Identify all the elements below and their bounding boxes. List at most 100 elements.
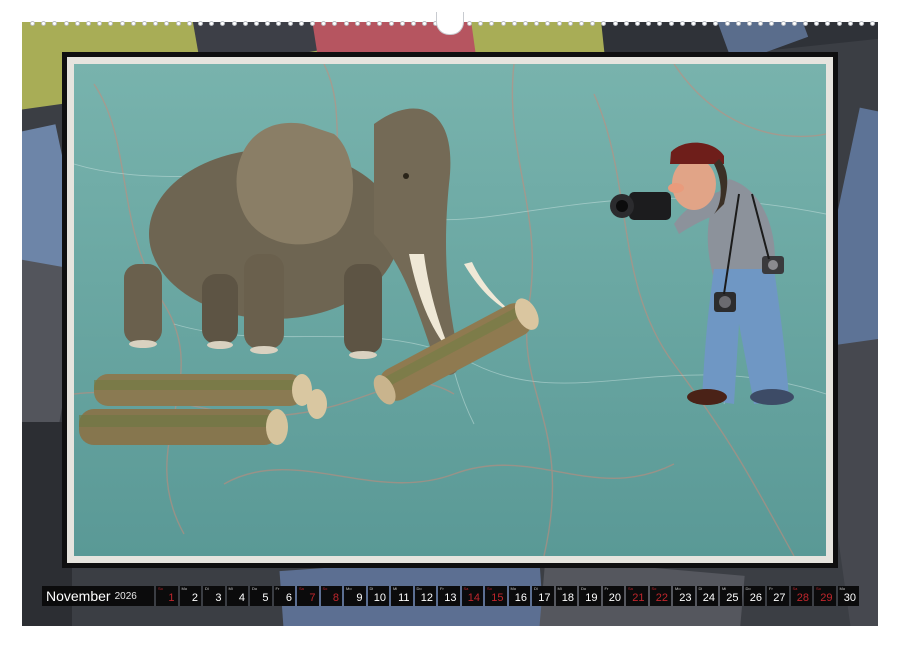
binding-hole [836, 20, 842, 26]
binding-hole [63, 20, 69, 26]
day-number: 8 [332, 592, 339, 604]
binding-hole [209, 20, 215, 26]
binding-hole [254, 20, 260, 26]
day-number: 16 [514, 592, 527, 604]
binding-hole [74, 20, 80, 26]
day-number: 3 [215, 592, 222, 604]
binding-hole [634, 20, 640, 26]
binding-hole [30, 20, 35, 26]
binding-hole [41, 20, 47, 26]
binding-hole [870, 20, 876, 26]
day-cell: Fr 20 [602, 586, 624, 606]
day-number: 2 [191, 592, 198, 604]
day-number: 9 [356, 592, 363, 604]
day-cell: So 8 [320, 586, 342, 606]
binding-hole [556, 20, 562, 26]
day-number: 10 [373, 592, 386, 604]
day-cell: Fr 27 [767, 586, 789, 606]
binding-hole [142, 20, 148, 26]
weekday-abbrev: So [487, 586, 492, 591]
binding-hole [545, 20, 551, 26]
binding-hole [578, 20, 584, 26]
binding-hole [657, 20, 663, 26]
day-number: 7 [309, 592, 316, 604]
binding-hole [466, 20, 472, 26]
day-number: 1 [168, 592, 175, 604]
weekday-abbrev: Do [252, 586, 258, 591]
day-cell: Di 17 [532, 586, 554, 606]
weekday-abbrev: Di [205, 586, 209, 591]
weekday-abbrev: Do [416, 586, 422, 591]
binding-hole [847, 20, 853, 26]
binding-hole [97, 20, 103, 26]
binding-hole [343, 20, 349, 26]
weekday-abbrev: Mo [346, 586, 352, 591]
day-cell: Mi 11 [391, 586, 413, 606]
weekday-abbrev: Di [534, 586, 538, 591]
binding-hole [242, 20, 248, 26]
binding-hole [500, 20, 506, 26]
binding-hole [590, 20, 596, 26]
binding-hole [220, 20, 226, 26]
day-cell: Mo 30 [837, 586, 859, 606]
day-number: 24 [702, 592, 715, 604]
day-cell: So 15 [485, 586, 507, 606]
weekday-abbrev: Mo [181, 586, 188, 591]
binding-hole [119, 20, 125, 26]
weekday-abbrev: Di [369, 586, 374, 591]
weekday-abbrev: Fr [440, 586, 444, 591]
binding-hole [825, 20, 831, 26]
photo-illustration [74, 64, 826, 556]
weekday-abbrev: So [651, 586, 657, 591]
binding-hole [601, 20, 607, 26]
binding-hole [724, 20, 730, 26]
day-cell: Di 10 [367, 586, 389, 606]
weekday-abbrev: Di [698, 586, 703, 591]
binding-hole [321, 20, 327, 26]
day-cell: Mo 16 [508, 586, 530, 606]
calendar-photo [74, 64, 826, 556]
binding-hole [758, 20, 764, 26]
weekday-abbrev: Sa [299, 586, 304, 591]
month-label: November 2026 [42, 586, 154, 606]
binding-hole [332, 20, 338, 26]
day-cell: Do 12 [414, 586, 436, 606]
binding-hole [859, 20, 865, 26]
binding-hole [713, 20, 719, 26]
binding-hole [489, 20, 495, 26]
weekday-abbrev: Mi [722, 586, 727, 591]
day-cell: Fr 13 [438, 586, 460, 606]
day-cell: So 22 [649, 586, 671, 606]
day-cell: So 29 [814, 586, 836, 606]
binding-hole [276, 20, 282, 26]
weekday-abbrev: Sa [463, 586, 469, 591]
day-number: 19 [585, 592, 598, 604]
day-number: 4 [238, 592, 245, 604]
weekday-abbrev: Mo [839, 586, 846, 591]
binding-hole [198, 20, 204, 26]
day-cell: Mo 23 [673, 586, 695, 606]
day-cell: Mo 2 [179, 586, 201, 606]
binding-hole [422, 20, 428, 26]
binding-hole [153, 20, 159, 26]
binding-hole [265, 20, 271, 26]
binding-hole [478, 20, 484, 26]
weekday-abbrev: Fr [769, 586, 773, 591]
year-label: 2026 [114, 590, 137, 602]
day-cell: Do 5 [250, 586, 272, 606]
day-number: 18 [561, 592, 574, 604]
binding-hole [175, 20, 181, 26]
binding-hole [388, 20, 394, 26]
day-number: 12 [420, 592, 433, 604]
day-cell: Sa 21 [626, 586, 648, 606]
binding-hole [690, 20, 696, 26]
binding-hole [803, 20, 809, 26]
day-number: 28 [796, 592, 809, 604]
weekday-abbrev: Mo [675, 586, 681, 591]
weekday-abbrev: Sa [792, 586, 798, 591]
weekday-abbrev: Fr [604, 586, 609, 591]
binding-hole [366, 20, 372, 26]
binding-hole [814, 20, 820, 26]
weekday-abbrev: Mi [557, 586, 562, 591]
binding-hole [735, 20, 741, 26]
